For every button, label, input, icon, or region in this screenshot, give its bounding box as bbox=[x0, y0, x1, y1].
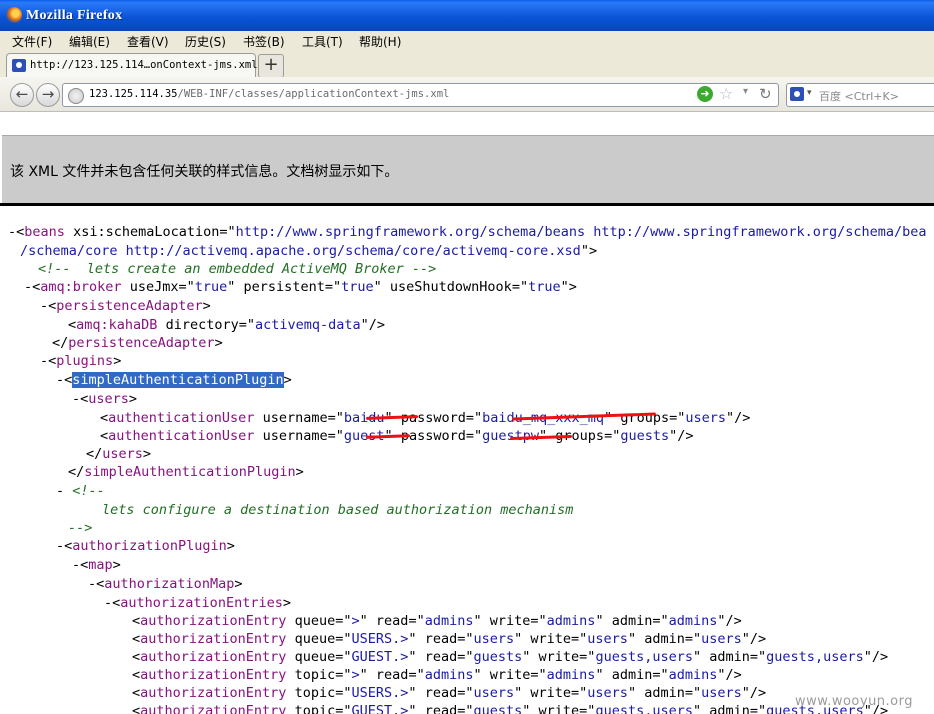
firefox-logo-icon bbox=[6, 7, 22, 23]
new-tab-button[interactable]: + bbox=[258, 54, 284, 78]
collapse-toggle[interactable]: - bbox=[88, 576, 96, 592]
url-text[interactable]: 123.125.114.35/WEB-INF/classes/applicati… bbox=[89, 88, 449, 100]
xml-line-comment2-open: - <!-- bbox=[56, 483, 105, 499]
selected-text[interactable]: simpleAuthenticationPlugin bbox=[72, 372, 284, 388]
xml-line-kahadb: <amq:kahaDB directory="activemq-data"/> bbox=[68, 317, 386, 333]
xml-line-plugins-open: -<plugins> bbox=[40, 353, 122, 369]
xml-line-sap-open: -<simpleAuthenticationPlugin> bbox=[56, 372, 292, 388]
reload-icon[interactable]: ↻ bbox=[759, 85, 772, 103]
xml-line-users-close: </users> bbox=[86, 446, 152, 462]
xml-line-entry: <authorizationEntry topic="GUEST.>" read… bbox=[132, 703, 889, 714]
xml-info-message: 该 XML 文件并未包含任何关联的样式信息。文档树显示如下。 bbox=[10, 164, 399, 180]
collapse-toggle[interactable]: - bbox=[56, 538, 64, 554]
menu-history[interactable]: 历史(S) bbox=[185, 33, 226, 50]
site-identity-icon[interactable] bbox=[68, 88, 84, 104]
menu-file[interactable]: 文件(F) bbox=[12, 33, 52, 50]
collapse-toggle[interactable]: - bbox=[72, 391, 80, 407]
tab-bar: http://123.125.114…onContext-jms.xml + bbox=[0, 51, 934, 78]
tab-label: http://123.125.114…onContext-jms.xml bbox=[30, 59, 258, 71]
collapse-toggle[interactable]: - bbox=[56, 483, 64, 499]
collapse-toggle[interactable]: - bbox=[72, 557, 80, 573]
toolbar-spacer bbox=[0, 112, 934, 135]
menu-view[interactable]: 查看(V) bbox=[127, 33, 169, 50]
xml-line-comment2-text: lets configure a destination based autho… bbox=[102, 502, 574, 518]
xml-tree: -<beans xsi:schemaLocation="http://www.s… bbox=[0, 206, 934, 714]
window-title: Mozilla Firefox bbox=[26, 8, 123, 23]
collapse-toggle[interactable]: - bbox=[24, 279, 32, 295]
go-icon[interactable]: ➜ bbox=[697, 86, 713, 102]
menu-bar: 文件(F) 编辑(E) 查看(V) 历史(S) 书签(B) 工具(T) 帮助(H… bbox=[0, 31, 934, 51]
bookmark-star-icon[interactable]: ☆ bbox=[719, 84, 733, 103]
search-engine-icon[interactable] bbox=[790, 87, 804, 101]
xml-info-banner: 该 XML 文件并未包含任何关联的样式信息。文档树显示如下。 bbox=[2, 135, 934, 203]
collapse-toggle[interactable]: - bbox=[104, 595, 112, 611]
collapse-toggle[interactable]: - bbox=[40, 298, 48, 314]
back-button[interactable]: ← bbox=[10, 83, 34, 107]
xml-line-beans-cont: /schema/core http://activemq.apache.org/… bbox=[20, 243, 598, 259]
xml-line-users-open: -<users> bbox=[72, 391, 138, 407]
url-history-dropdown-icon[interactable]: ▾ bbox=[743, 86, 748, 97]
xml-line-entry: <authorizationEntry topic=">" read="admi… bbox=[132, 667, 742, 683]
navigation-bar: ← → 123.125.114.35/WEB-INF/classes/appli… bbox=[0, 77, 934, 112]
xml-line-azp-open: -<authorizationPlugin> bbox=[56, 538, 235, 554]
xml-line-aze-open: -<authorizationEntries> bbox=[104, 595, 291, 611]
xml-line-beans-open: -<beans xsi:schemaLocation="http://www.s… bbox=[8, 224, 927, 240]
xml-line-entry: <authorizationEntry queue="USERS.>" read… bbox=[132, 631, 767, 647]
xml-line-persistence-open: -<persistenceAdapter> bbox=[40, 298, 211, 314]
search-engine-dropdown-icon[interactable]: ▾ bbox=[807, 88, 812, 98]
collapse-toggle[interactable]: - bbox=[40, 353, 48, 369]
xml-line-sap-close: </simpleAuthenticationPlugin> bbox=[68, 464, 304, 480]
forward-button[interactable]: → bbox=[36, 83, 60, 107]
search-bar[interactable]: ▾ 百度 <Ctrl+K> bbox=[786, 83, 934, 107]
collapse-toggle[interactable]: - bbox=[8, 224, 16, 240]
xml-line-entry: <authorizationEntry queue="GUEST.>" read… bbox=[132, 649, 889, 665]
search-input[interactable]: 百度 <Ctrl+K> bbox=[819, 88, 899, 104]
xml-line-azmap-open: -<authorizationMap> bbox=[88, 576, 243, 592]
xml-line-broker: -<amq:broker useJmx="true" persistent="t… bbox=[24, 279, 577, 295]
menu-bookmarks[interactable]: 书签(B) bbox=[243, 33, 285, 50]
url-bar[interactable]: 123.125.114.35/WEB-INF/classes/applicati… bbox=[62, 83, 779, 107]
menu-help[interactable]: 帮助(H) bbox=[359, 33, 401, 50]
xml-comment: <!-- lets create an embedded ActiveMQ Br… bbox=[38, 261, 437, 277]
menu-tools[interactable]: 工具(T) bbox=[302, 33, 343, 50]
xml-line-entry: <authorizationEntry queue=">" read="admi… bbox=[132, 613, 742, 629]
tab-active[interactable]: http://123.125.114…onContext-jms.xml bbox=[6, 53, 258, 77]
watermark: www.wooyun.org bbox=[795, 694, 914, 709]
paw-favicon-icon bbox=[12, 59, 26, 72]
title-bar: Mozilla Firefox bbox=[0, 0, 934, 31]
menu-edit[interactable]: 编辑(E) bbox=[69, 33, 110, 50]
xml-line-entry: <authorizationEntry topic="USERS.>" read… bbox=[132, 685, 767, 701]
collapse-toggle[interactable]: - bbox=[56, 372, 64, 388]
xml-line-comment2-close: --> bbox=[68, 520, 93, 536]
xml-line-map-open: -<map> bbox=[72, 557, 121, 573]
xml-line-persistence-close: </persistenceAdapter> bbox=[52, 335, 223, 351]
